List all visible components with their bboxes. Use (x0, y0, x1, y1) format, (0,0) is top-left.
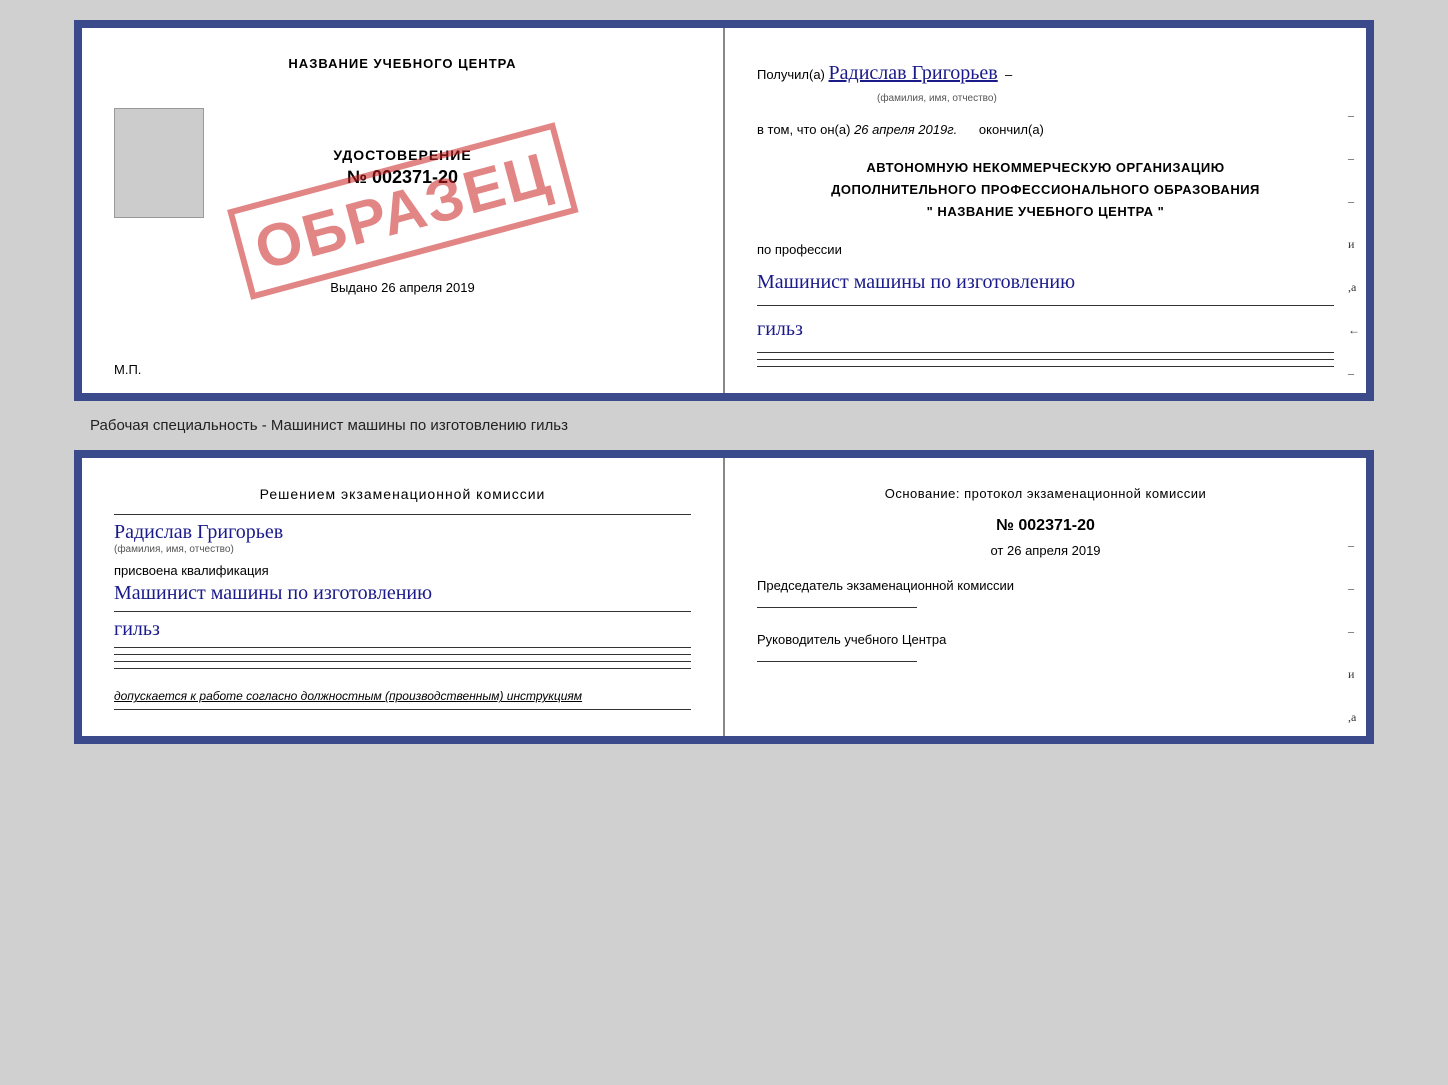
director-block: Руководитель учебного Центра (757, 632, 1334, 662)
org-line1: АВТОНОМНУЮ НЕКОММЕРЧЕСКУЮ ОРГАНИЗАЦИЮ (757, 157, 1334, 179)
received-line: Получил(а) Радислав Григорьев – (фамилия… (757, 56, 1334, 107)
date-line: в том, что он(а) 26 апреля 2019г. окончи… (757, 119, 1334, 141)
name-caption: (фамилия, имя, отчество) (877, 90, 1334, 107)
protocol-number: № 002371-20 (757, 517, 1334, 535)
protocol-date-value: 26 апреля 2019 (1007, 543, 1101, 558)
bottom-side-marks: – – – и ,а ← – – – (1348, 538, 1360, 736)
chairman-signature-line (757, 607, 917, 608)
person-name: Радислав Григорьев (829, 62, 998, 84)
director-title: Руководитель учебного Центра (757, 632, 1334, 647)
qual-underline-1 (114, 611, 691, 612)
chairman-title: Председатель экзаменационной комиссии (757, 578, 1334, 593)
chairman-block: Председатель экзаменационной комиссии (757, 578, 1334, 608)
qual-underline-5 (114, 668, 691, 669)
issued-date-value: 26 апреля 2019 (381, 280, 475, 295)
issued-date: Выдано 26 апреля 2019 (330, 280, 474, 295)
basis-title: Основание: протокол экзаменационной коми… (757, 486, 1334, 501)
qual-underline-2 (114, 647, 691, 648)
mp-label: М.П. (114, 362, 141, 377)
qual-underline-3 (114, 654, 691, 655)
bottom-right-half: Основание: протокол экзаменационной коми… (725, 458, 1366, 736)
director-signature-line (757, 661, 917, 662)
qualification-value: Машинист машины по изготовлению (114, 582, 691, 605)
profession-label: по профессии (757, 239, 1334, 261)
org-line2: ДОПОЛНИТЕЛЬНОГО ПРОФЕССИОНАЛЬНОГО ОБРАЗО… (757, 179, 1334, 201)
profession-value2: гильз (757, 312, 1334, 346)
bottom-left-half: Решением экзаменационной комиссии Радисл… (82, 458, 725, 736)
qualification-value2: гильз (114, 618, 691, 641)
side-marks: – – – и ,а ← – – – (1348, 108, 1360, 393)
profession-block: по профессии Машинист машины по изготовл… (757, 239, 1334, 367)
date-suffix: окончил(а) (979, 122, 1044, 137)
protocol-date: от 26 апреля 2019 (757, 543, 1334, 558)
assigned-label: присвоена квалификация (114, 563, 691, 578)
underline-4 (757, 366, 1334, 367)
org-block: АВТОНОМНУЮ НЕКОММЕРЧЕСКУЮ ОРГАНИЗАЦИЮ ДО… (757, 157, 1334, 223)
caption-text: Рабочая специальность - Машинист машины … (20, 417, 568, 434)
training-center-title: НАЗВАНИЕ УЧЕБНОГО ЦЕНТРА (288, 56, 516, 71)
issued-label: Выдано (330, 280, 377, 295)
protocol-date-prefix: от (990, 543, 1003, 558)
bottom-name-caption: (фамилия, имя, отчество) (114, 544, 691, 555)
date-value: 26 апреля 2019г. (854, 122, 957, 137)
underline-2 (757, 352, 1334, 353)
photo-placeholder (114, 108, 204, 218)
commission-title: Решением экзаменационной комиссии (114, 486, 691, 502)
top-left-half: НАЗВАНИЕ УЧЕБНОГО ЦЕНТРА УДОСТОВЕРЕНИЕ №… (82, 28, 725, 393)
name-underline (114, 514, 691, 515)
certificate-number: № 002371-20 (347, 167, 458, 188)
underline-1 (757, 305, 1334, 306)
bottom-person-name: Радислав Григорьев (114, 521, 691, 544)
profession-value: Машинист машины по изготовлению (757, 265, 1334, 299)
date-prefix: в том, что он(а) (757, 122, 850, 137)
allowed-text: допускается к работе согласно должностны… (114, 689, 691, 703)
allowed-underline (114, 709, 691, 710)
top-right-half: Получил(а) Радислав Григорьев – (фамилия… (725, 28, 1366, 393)
qual-underline-4 (114, 661, 691, 662)
top-document: НАЗВАНИЕ УЧЕБНОГО ЦЕНТРА УДОСТОВЕРЕНИЕ №… (74, 20, 1374, 401)
org-line3: " НАЗВАНИЕ УЧЕБНОГО ЦЕНТРА " (757, 201, 1334, 223)
received-prefix: Получил(а) (757, 67, 825, 82)
underline-3 (757, 359, 1334, 360)
bottom-document: Решением экзаменационной комиссии Радисл… (74, 450, 1374, 744)
certificate-label: УДОСТОВЕРЕНИЕ (333, 147, 471, 163)
